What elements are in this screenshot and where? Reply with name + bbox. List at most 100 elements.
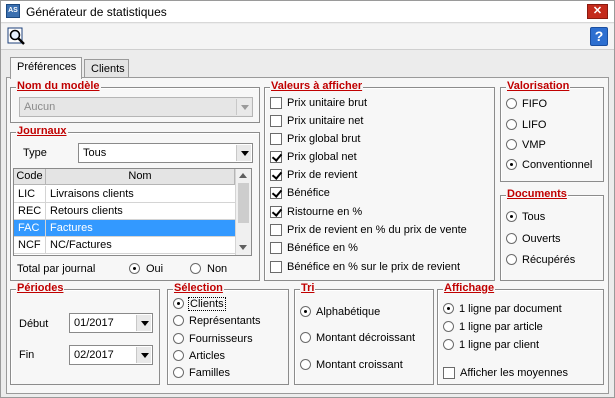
checkbox-prix-revient-pct[interactable]	[270, 224, 282, 236]
radio-tous[interactable]	[506, 211, 517, 222]
label-prix-unitaire-brut: Prix unitaire brut	[287, 97, 368, 109]
radio-ouverts[interactable]	[506, 233, 517, 244]
radio-montant-decroissant[interactable]	[300, 332, 311, 343]
label-moyennes: Afficher les moyennes	[460, 367, 569, 379]
label-ligne-article: 1 ligne par article	[459, 321, 543, 333]
checkbox-moyennes[interactable]	[443, 367, 455, 379]
label-ligne-document: 1 ligne par document	[459, 303, 562, 315]
valorisation-title: Valorisation	[506, 80, 571, 92]
label-benefice: Bénéfice	[287, 187, 330, 199]
label-fifo: FIFO	[522, 98, 548, 110]
chevron-down-icon	[136, 347, 151, 363]
radio-clients[interactable]	[173, 298, 184, 309]
radio-lifo[interactable]	[506, 119, 517, 130]
row-nom: Livraisons clients	[50, 188, 134, 200]
label-prix-global-net: Prix global net	[287, 151, 357, 163]
type-select[interactable]: Tous	[78, 143, 253, 163]
radio-ligne-client[interactable]	[443, 339, 454, 350]
type-select-value: Tous	[83, 147, 107, 159]
label-prix-global-brut: Prix global brut	[287, 133, 361, 145]
journaux-title: Journaux	[16, 125, 68, 137]
checkbox-prix-global-brut[interactable]	[270, 133, 282, 145]
row-code: NCF	[18, 239, 41, 251]
column-header-nom[interactable]: Nom	[46, 169, 235, 185]
scroll-thumb[interactable]	[238, 183, 249, 223]
journaux-list[interactable]: Code Nom LIC Livraisons clients REC Reto…	[13, 168, 252, 256]
label-lifo: LIFO	[522, 119, 547, 131]
radio-ligne-article[interactable]	[443, 321, 454, 332]
row-nom: Factures	[50, 222, 93, 234]
label-ristourne: Ristourne en %	[287, 206, 363, 218]
fin-value: 02/2017	[74, 349, 114, 361]
table-row[interactable]: NCF NC/Factures	[14, 237, 235, 254]
documents-title: Documents	[506, 188, 568, 200]
column-header-code[interactable]: Code	[14, 169, 46, 185]
radio-articles[interactable]	[173, 350, 184, 361]
table-row[interactable]: REC Retours clients	[14, 203, 235, 220]
checkbox-benefice-pct[interactable]	[270, 242, 282, 254]
selection-title: Sélection	[173, 282, 224, 294]
radio-familles[interactable]	[173, 367, 184, 378]
scroll-down-icon[interactable]	[239, 245, 247, 250]
chevron-down-icon	[236, 145, 251, 161]
tri-title: Tri	[300, 282, 316, 294]
periodes-title: Périodes	[16, 282, 65, 294]
table-row-selected[interactable]: FAC Factures	[14, 220, 235, 237]
table-row[interactable]: LIC Livraisons clients	[14, 186, 235, 203]
title-bar: AS Générateur de statistiques ✕	[1, 1, 614, 23]
close-button[interactable]: ✕	[587, 4, 608, 19]
radio-fifo[interactable]	[506, 98, 517, 109]
label-familles: Familles	[189, 367, 230, 379]
radio-fournisseurs[interactable]	[173, 333, 184, 344]
checkbox-prix-de-revient[interactable]	[270, 169, 282, 181]
checkbox-benefice-pct-revient[interactable]	[270, 261, 282, 273]
app-icon: AS	[6, 4, 20, 18]
radio-alphabetique[interactable]	[300, 306, 311, 317]
type-label: Type	[23, 147, 47, 159]
chevron-down-icon	[136, 315, 151, 331]
label-montant-decroissant: Montant décroissant	[316, 332, 416, 344]
periodes-group: Périodes	[10, 282, 160, 385]
radio-ligne-document[interactable]	[443, 303, 454, 314]
checkbox-benefice[interactable]	[270, 187, 282, 199]
checkbox-prix-unitaire-brut[interactable]	[270, 97, 282, 109]
radio-recuperes[interactable]	[506, 254, 517, 265]
row-nom: Retours clients	[50, 205, 123, 217]
radio-conventionnel[interactable]	[506, 159, 517, 170]
fin-select[interactable]: 02/2017	[69, 345, 153, 365]
label-prix-de-revient: Prix de revient	[287, 169, 358, 181]
total-non-label: Non	[207, 263, 228, 275]
radio-montant-croissant[interactable]	[300, 359, 311, 370]
label-ligne-client: 1 ligne par client	[459, 339, 540, 351]
radio-representants[interactable]	[173, 315, 184, 326]
checkbox-ristourne[interactable]	[270, 206, 282, 218]
scroll-up-icon[interactable]	[239, 173, 247, 178]
checkbox-prix-unitaire-net[interactable]	[270, 115, 282, 127]
toolbar: ?	[1, 24, 614, 50]
model-select: Aucun	[19, 97, 253, 117]
checkbox-prix-global-net[interactable]	[270, 151, 282, 163]
fin-label: Fin	[19, 349, 35, 361]
row-code: FAC	[18, 222, 40, 234]
label-alphabetique: Alphabétique	[316, 306, 381, 318]
tab-preferences[interactable]: Préférences	[10, 57, 82, 79]
debut-select[interactable]: 01/2017	[69, 313, 153, 333]
label-vmp: VMP	[522, 139, 546, 151]
help-button[interactable]: ?	[590, 27, 608, 46]
row-code: REC	[18, 205, 42, 217]
total-oui-radio[interactable]	[129, 263, 140, 274]
tab-clients[interactable]: Clients	[84, 59, 129, 79]
radio-vmp[interactable]	[506, 139, 517, 150]
window-title: Générateur de statistiques	[26, 5, 167, 19]
label-representants: Représentants	[189, 315, 261, 327]
row-nom: NC/Factures	[50, 239, 112, 251]
label-fournisseurs: Fournisseurs	[189, 333, 253, 345]
debut-value: 01/2017	[74, 317, 114, 329]
label-montant-croissant: Montant croissant	[316, 359, 403, 371]
label-prix-unitaire-net: Prix unitaire net	[287, 115, 364, 127]
model-select-value: Aucun	[24, 101, 56, 113]
total-non-radio[interactable]	[190, 263, 201, 274]
magnifier-icon[interactable]	[7, 27, 27, 47]
label-prix-revient-pct: Prix de revient en % du prix de vente	[287, 224, 467, 236]
list-scrollbar[interactable]	[235, 169, 251, 255]
